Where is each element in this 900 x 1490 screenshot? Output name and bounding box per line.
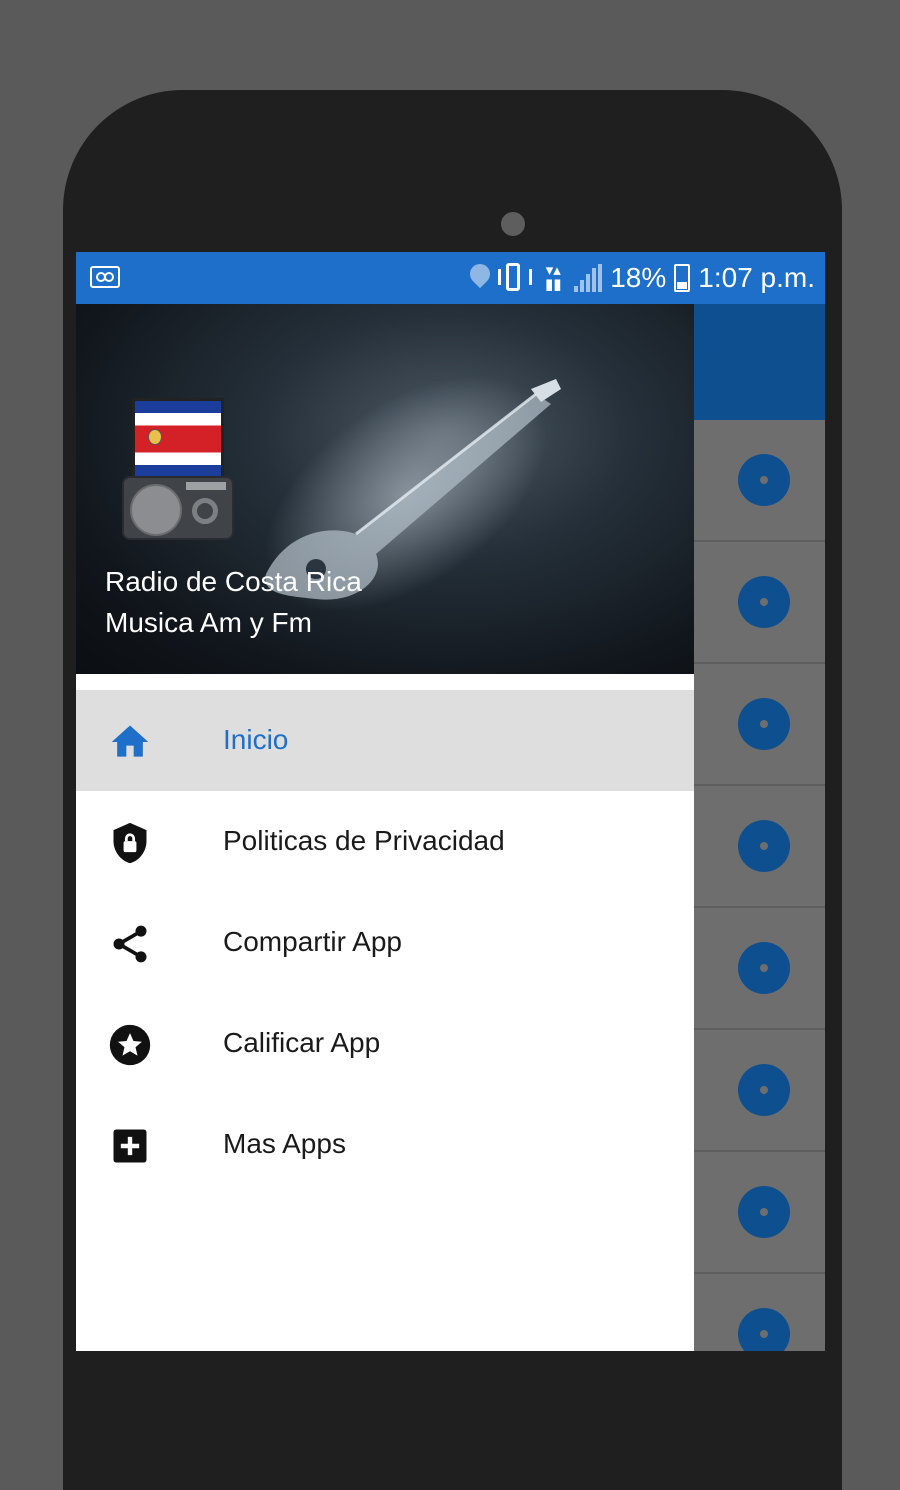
costa-rica-flag-icon bbox=[132, 398, 224, 480]
menu-item-inicio[interactable]: Inicio bbox=[76, 690, 694, 791]
signal-icon bbox=[574, 264, 603, 292]
list-item[interactable] bbox=[694, 1030, 825, 1152]
home-icon bbox=[111, 725, 149, 757]
navigation-drawer: Radio de Costa Rica Musica Am y Fm Inici… bbox=[76, 304, 694, 1351]
voicemail-icon bbox=[90, 266, 120, 288]
network-icon: ▾▴ ▮▮ bbox=[544, 262, 562, 293]
location-icon bbox=[470, 264, 490, 292]
menu-item-label: Calificar App bbox=[223, 1027, 381, 1058]
app-logo bbox=[122, 394, 234, 544]
play-disc-icon bbox=[738, 1186, 790, 1238]
status-icons: ▾▴ ▮▮ 18% 1:07 p.m. bbox=[470, 260, 815, 296]
radio-icon bbox=[122, 476, 234, 540]
list-item[interactable] bbox=[694, 908, 825, 1030]
list-item[interactable] bbox=[694, 1152, 825, 1274]
play-disc-icon bbox=[738, 698, 790, 750]
drawer-subtitle: Musica Am y Fm bbox=[105, 607, 312, 638]
play-disc-icon bbox=[738, 454, 790, 506]
station-list bbox=[694, 420, 825, 1351]
list-item[interactable] bbox=[694, 542, 825, 664]
menu-item-share[interactable]: Compartir App bbox=[76, 892, 694, 993]
play-disc-icon bbox=[738, 942, 790, 994]
play-disc-icon bbox=[738, 576, 790, 628]
menu-item-label: Politicas de Privacidad bbox=[223, 825, 505, 856]
drawer-menu: Inicio Politicas de Privacidad Compartir… bbox=[76, 690, 694, 1195]
play-disc-icon bbox=[738, 820, 790, 872]
status-bar: ▾▴ ▮▮ 18% 1:07 p.m. bbox=[76, 252, 825, 304]
menu-item-privacy[interactable]: Politicas de Privacidad bbox=[76, 791, 694, 892]
drawer-title: Radio de Costa Rica bbox=[105, 566, 362, 597]
list-item[interactable] bbox=[694, 1274, 825, 1351]
list-item[interactable] bbox=[694, 664, 825, 786]
list-item[interactable] bbox=[694, 420, 825, 542]
battery-icon bbox=[674, 264, 691, 292]
list-item[interactable] bbox=[694, 786, 825, 908]
play-disc-icon bbox=[738, 1308, 790, 1351]
play-disc-icon bbox=[738, 1064, 790, 1116]
vibrate-icon bbox=[498, 263, 533, 293]
screen: ▾▴ ▮▮ 18% 1:07 p.m. Radio de Costa Rica … bbox=[76, 252, 825, 1351]
star-circle-icon bbox=[109, 1024, 151, 1066]
battery-percent: 18% bbox=[610, 262, 667, 293]
menu-item-more-apps[interactable]: Mas Apps bbox=[76, 1094, 694, 1195]
drawer-header: Radio de Costa Rica Musica Am y Fm bbox=[76, 304, 694, 674]
menu-item-label: Inicio bbox=[223, 724, 289, 755]
share-icon bbox=[113, 925, 147, 963]
shield-lock-icon bbox=[113, 822, 147, 864]
front-camera bbox=[501, 212, 525, 236]
menu-item-label: Mas Apps bbox=[223, 1128, 346, 1159]
clock: 1:07 p.m. bbox=[698, 262, 815, 293]
menu-item-rate[interactable]: Calificar App bbox=[76, 993, 694, 1094]
add-box-icon bbox=[113, 1129, 147, 1163]
menu-item-label: Compartir App bbox=[223, 926, 402, 957]
app-bar bbox=[694, 304, 825, 420]
